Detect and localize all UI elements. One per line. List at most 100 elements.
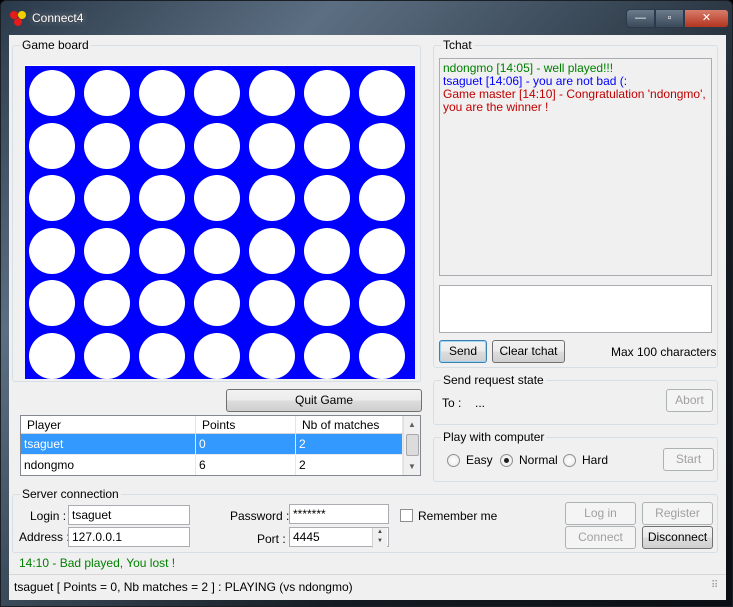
board-cell[interactable] xyxy=(139,332,185,379)
board-cell[interactable] xyxy=(29,70,75,116)
board-cell[interactable] xyxy=(304,332,350,379)
game-status-message: 14:10 - Bad played, You lost ! xyxy=(19,556,176,570)
maximize-button[interactable]: ▫ xyxy=(655,9,684,28)
players-list[interactable]: Player Points Nb of matches tsaguet 0 2 … xyxy=(20,415,421,476)
send-button[interactable]: Send xyxy=(439,340,487,363)
login-field[interactable]: tsaguet xyxy=(68,505,190,525)
scroll-up-icon[interactable]: ▲ xyxy=(404,416,420,433)
chat-input[interactable] xyxy=(439,285,712,333)
board-cell[interactable] xyxy=(359,332,405,379)
spin-up-icon[interactable]: ▲ xyxy=(373,528,387,537)
board-cell[interactable] xyxy=(84,175,130,221)
board-cell[interactable] xyxy=(29,122,75,169)
scroll-down-icon[interactable]: ▼ xyxy=(404,458,420,475)
address-field[interactable]: 127.0.0.1 xyxy=(68,527,190,547)
disconnect-button[interactable]: Disconnect xyxy=(642,526,713,549)
player-points: 0 xyxy=(196,434,296,454)
difficulty-hard-label: Hard xyxy=(582,453,609,467)
board-cell[interactable] xyxy=(249,227,295,274)
board-cell[interactable] xyxy=(304,227,350,274)
port-spinner[interactable]: ▲ ▼ xyxy=(372,528,387,548)
status-bar-text: tsaguet [ Points = 0, Nb matches = 2 ] :… xyxy=(14,580,353,594)
request-state-legend: Send request state xyxy=(441,373,546,387)
column-header-player[interactable]: Player xyxy=(21,416,196,433)
column-header-matches[interactable]: Nb of matches xyxy=(296,416,403,433)
board-cell[interactable] xyxy=(194,175,240,221)
board-cell[interactable] xyxy=(139,175,185,221)
spin-down-icon[interactable]: ▼ xyxy=(373,537,387,546)
port-label: Port : xyxy=(257,532,286,546)
players-list-scrollbar[interactable]: ▲ ▼ xyxy=(403,416,420,475)
log-in-button[interactable]: Log in xyxy=(565,502,636,525)
close-button[interactable]: ✕ xyxy=(684,9,729,28)
game-board[interactable] xyxy=(25,65,415,379)
app-window: Connect4 — ▫ ✕ Game board Quit Game Play… xyxy=(0,0,733,607)
board-cell[interactable] xyxy=(84,122,130,169)
player-name: ndongmo xyxy=(21,455,196,475)
board-cell[interactable] xyxy=(304,122,350,169)
max-characters-label: Max 100 characters xyxy=(611,345,717,359)
scroll-thumb[interactable] xyxy=(406,434,419,456)
start-button[interactable]: Start xyxy=(663,448,714,471)
chat-history[interactable]: ndongmo [14:05] - well played!!! tsaguet… xyxy=(439,58,712,276)
board-cell[interactable] xyxy=(249,175,295,221)
abort-button[interactable]: Abort xyxy=(666,389,713,412)
remember-me-checkbox[interactable] xyxy=(400,509,413,522)
board-cell[interactable] xyxy=(84,280,130,326)
column-header-points[interactable]: Points xyxy=(196,416,296,433)
connect-button[interactable]: Connect xyxy=(565,526,636,549)
board-cell[interactable] xyxy=(194,122,240,169)
player-points: 6 xyxy=(196,455,296,475)
board-cell[interactable] xyxy=(139,70,185,116)
board-cell[interactable] xyxy=(84,332,130,379)
board-cell[interactable] xyxy=(249,122,295,169)
difficulty-hard-radio[interactable]: Hard xyxy=(563,453,608,467)
player-row[interactable]: tsaguet 0 2 xyxy=(21,434,420,455)
difficulty-easy-radio[interactable]: Easy xyxy=(447,453,493,467)
player-row[interactable]: ndongmo 6 2 xyxy=(21,455,420,475)
board-cell[interactable] xyxy=(304,175,350,221)
tchat-legend: Tchat xyxy=(441,38,474,52)
board-cell[interactable] xyxy=(139,122,185,169)
board-cell[interactable] xyxy=(84,70,130,116)
play-computer-legend: Play with computer xyxy=(441,430,547,444)
player-name: tsaguet xyxy=(21,434,196,454)
board-cell[interactable] xyxy=(194,70,240,116)
board-cell[interactable] xyxy=(139,227,185,274)
register-button[interactable]: Register xyxy=(642,502,713,525)
difficulty-normal-label: Normal xyxy=(519,453,558,467)
address-label: Address : xyxy=(19,530,70,544)
server-connection-legend: Server connection xyxy=(20,487,121,501)
board-cell[interactable] xyxy=(249,70,295,116)
board-cell[interactable] xyxy=(194,332,240,379)
board-cell[interactable] xyxy=(304,280,350,326)
minimize-button[interactable]: — xyxy=(626,9,655,28)
board-cell[interactable] xyxy=(139,280,185,326)
board-cell[interactable] xyxy=(359,227,405,274)
board-cell[interactable] xyxy=(29,280,75,326)
clear-tchat-button[interactable]: Clear tchat xyxy=(492,340,565,363)
board-cell[interactable] xyxy=(359,175,405,221)
resize-grip-icon[interactable]: ⠿ xyxy=(711,581,723,595)
board-cell[interactable] xyxy=(194,280,240,326)
caption-buttons: — ▫ ✕ xyxy=(626,9,729,28)
players-list-header: Player Points Nb of matches xyxy=(21,416,420,434)
board-cell[interactable] xyxy=(359,280,405,326)
board-cell[interactable] xyxy=(29,175,75,221)
board-cell[interactable] xyxy=(249,332,295,379)
board-cell[interactable] xyxy=(29,332,75,379)
board-cell[interactable] xyxy=(304,70,350,116)
board-cell[interactable] xyxy=(249,280,295,326)
board-cell[interactable] xyxy=(359,122,405,169)
board-cell[interactable] xyxy=(84,227,130,274)
client-area: Game board Quit Game Player Points Nb of… xyxy=(9,35,726,600)
title-bar[interactable]: Connect4 — ▫ ✕ xyxy=(1,1,733,35)
password-field[interactable]: ******* xyxy=(289,504,389,524)
window-title: Connect4 xyxy=(32,11,84,25)
quit-game-button[interactable]: Quit Game xyxy=(226,389,422,412)
board-cell[interactable] xyxy=(194,227,240,274)
board-cell[interactable] xyxy=(359,70,405,116)
difficulty-normal-radio[interactable]: Normal xyxy=(500,453,558,467)
request-to-value: ... xyxy=(475,396,486,410)
board-cell[interactable] xyxy=(29,227,75,274)
